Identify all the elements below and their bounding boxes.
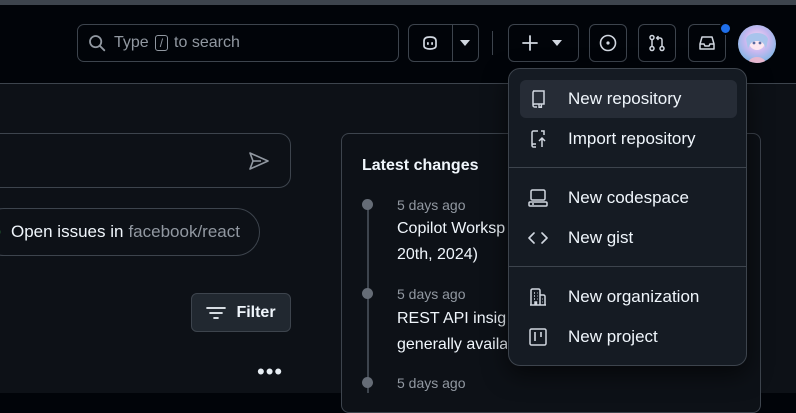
kebab-horizontal-icon[interactable]: ••• [257,361,283,383]
suggestion-repo: facebook/react [128,222,240,241]
issues-button[interactable] [589,24,627,62]
search-type-label: Type [114,34,149,51]
avatar-image [746,33,768,63]
copilot-button[interactable] [408,24,479,62]
copilot-icon [423,36,437,50]
search-shortcut-key: / [154,35,169,51]
menu-divider [509,167,746,168]
menu-item-new-repository[interactable]: New repository [520,80,737,118]
menu-item-label: New gist [568,228,634,247]
repo-push-icon [528,129,548,149]
menu-item-label: Import repository [568,129,696,148]
change-line: REST API insigh [397,310,507,327]
menu-item-label: New organization [568,287,700,306]
timeline-dot [362,199,373,210]
chat-suggestion-pill[interactable]: Open issues in facebook/react [0,208,260,256]
organization-icon [528,287,548,307]
issue-opened-icon [0,230,1,234]
send-icon[interactable] [248,151,270,171]
menu-item-label: New project [568,327,658,346]
timeline-dot [362,288,373,299]
table-icon [528,327,548,347]
chevron-down-icon[interactable] [460,40,470,46]
latest-changes-title: Latest changes [362,157,479,174]
filter-label: Filter [236,303,276,321]
code-icon [528,228,548,248]
menu-item-new-project[interactable]: New project [520,318,737,356]
timeline-line [367,205,369,393]
change-date: 5 days ago [397,286,466,302]
filter-button[interactable]: Filter [191,293,291,332]
copilot-chat-input[interactable] [0,133,291,188]
menu-item-new-gist[interactable]: New gist [520,219,737,257]
change-link[interactable]: Copilot Worksp 20th, 2024) [397,216,507,268]
create-new-menu: New repository Import repository New cod… [508,68,747,366]
timeline-dot [362,377,373,388]
change-date: 5 days ago [397,197,466,213]
pull-requests-button[interactable] [638,24,676,62]
menu-item-label: New repository [568,89,682,108]
repo-icon [528,89,548,109]
chevron-down-icon [552,40,562,46]
filter-icon [206,306,227,319]
menu-item-new-organization[interactable]: New organization [520,278,737,316]
create-new-button[interactable] [508,24,579,62]
change-link[interactable]: REST API insigh generally availa [397,306,507,358]
search-rest-label: to search [174,34,240,51]
change-line: Copilot Worksp [397,220,506,237]
header-divider [492,31,493,55]
menu-item-label: New codespace [568,188,689,207]
search-input[interactable]: Type / to search [77,24,399,62]
codespace-icon [528,188,548,208]
search-icon [89,35,106,52]
issue-opened-icon [599,34,617,52]
change-date: 5 days ago [397,375,466,391]
inbox-icon [699,36,715,50]
change-line: 20th, 2024) [397,246,478,263]
plus-icon [522,35,538,51]
avatar[interactable] [738,25,776,63]
menu-divider [509,266,746,267]
change-line: generally availa [397,336,507,353]
git-pull-request-icon [649,34,665,52]
suggestion-label: Open issues in [11,222,124,241]
notification-indicator [719,22,732,35]
menu-item-import-repository[interactable]: Import repository [520,120,737,158]
menu-item-new-codespace[interactable]: New codespace [520,179,737,217]
